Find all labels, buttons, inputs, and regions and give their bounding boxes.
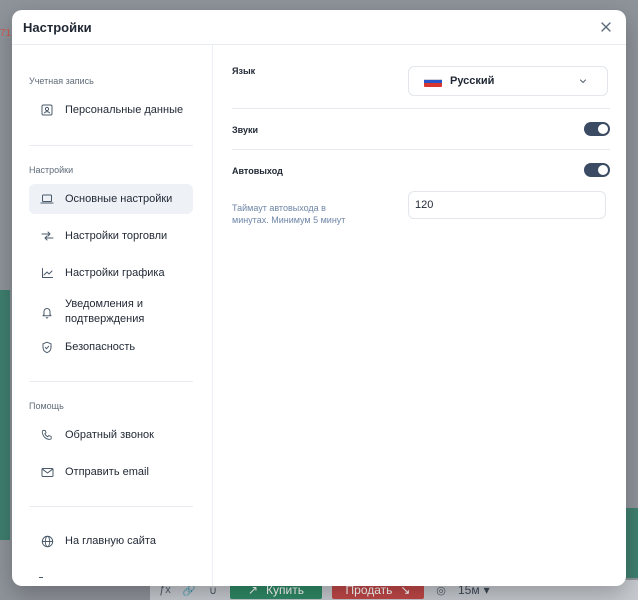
sidebar-item-notifications[interactable]: Уведомления и подтверждения (29, 295, 193, 329)
shield-icon (39, 339, 55, 355)
language-value: Русский (450, 75, 495, 87)
sidebar-item-personal-data[interactable]: Персональные данные (29, 95, 193, 125)
section-title-help: Помощь (29, 401, 64, 411)
sidebar-item-label: На главную сайта (65, 534, 156, 547)
sidebar-item-security[interactable]: Безопасность (29, 332, 193, 362)
sidebar-item-label: Настройки торговли (65, 229, 168, 242)
sidebar-item-main-site[interactable]: На главную сайта (29, 526, 193, 556)
globe-icon (39, 533, 55, 549)
sidebar-item-label: Персональные данные (65, 103, 184, 116)
russia-flag-icon (424, 75, 442, 87)
section-title-settings: Настройки (29, 165, 74, 175)
background-chart-bar (0, 290, 10, 540)
trade-arrows-icon (39, 228, 55, 244)
next-item-partial (39, 577, 43, 578)
toggle-knob (598, 165, 608, 175)
background-price-fragment: 71 (0, 28, 12, 39)
sidebar-item-label: Основные настройки (65, 192, 173, 205)
sounds-label: Звуки (232, 125, 258, 135)
autologout-timeout-input[interactable] (408, 191, 606, 219)
autologout-label: Автовыход (232, 166, 283, 176)
autologout-toggle[interactable] (584, 163, 610, 177)
language-select[interactable]: Русский (408, 66, 608, 96)
background-chart-bar (626, 508, 638, 578)
chevron-down-icon (577, 74, 589, 86)
sounds-toggle[interactable] (584, 122, 610, 136)
user-card-icon (39, 102, 55, 118)
language-label: Язык (232, 66, 256, 76)
sidebar-item-label: Безопасность (65, 340, 136, 353)
settings-content: Язык Русский Звуки Автовыход Таймаут авт… (232, 45, 610, 586)
sidebar-item-label: Обратный звонок (65, 428, 154, 441)
modal-title: Настройки (23, 20, 92, 35)
section-title-account: Учетная запись (29, 76, 94, 86)
sidebar-divider (29, 506, 193, 507)
row-divider (232, 108, 610, 109)
mail-icon (39, 464, 55, 480)
toggle-knob (598, 124, 608, 134)
sidebar-divider (29, 381, 193, 382)
sidebar-divider (29, 145, 193, 146)
row-divider (232, 149, 610, 150)
sidebar-item-label: Уведомления и подтверждения (65, 298, 145, 325)
bell-icon (39, 304, 55, 320)
sidebar-item-label: Настройки графика (65, 266, 165, 279)
sidebar-item-trading-settings[interactable]: Настройки торговли (29, 221, 193, 251)
chart-line-icon (39, 265, 55, 281)
settings-sidebar: Учетная запись Персональные данные Настр… (12, 45, 213, 586)
autologout-timeout-help: Таймаут автовыхода в минутах. Минимум 5 … (232, 203, 346, 225)
sidebar-item-chart-settings[interactable]: Настройки графика (29, 258, 193, 288)
phone-icon (39, 427, 55, 443)
sidebar-item-send-email[interactable]: Отправить email (29, 457, 193, 487)
close-button[interactable] (597, 18, 615, 36)
close-icon (601, 22, 611, 32)
laptop-icon (39, 191, 55, 207)
sidebar-item-callback[interactable]: Обратный звонок (29, 420, 193, 450)
settings-modal: Настройки Учетная запись Персональные да… (12, 10, 626, 586)
sidebar-item-label: Отправить email (65, 465, 149, 478)
sidebar-item-general-settings[interactable]: Основные настройки (29, 184, 193, 214)
